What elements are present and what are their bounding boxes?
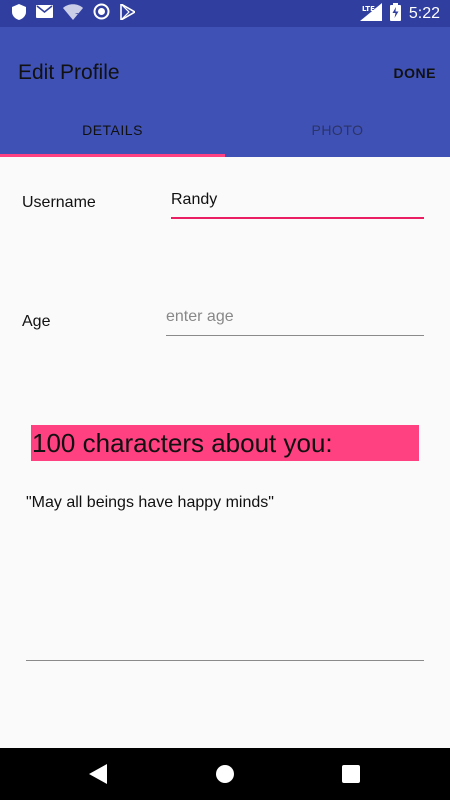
- clock: 5:22: [408, 5, 440, 22]
- bio-text-field[interactable]: "May all beings have happy minds": [26, 494, 274, 512]
- username-label: Username: [22, 194, 96, 211]
- username-field[interactable]: Randy: [171, 189, 424, 219]
- tab-details[interactable]: DETAILS: [0, 102, 225, 157]
- home-icon[interactable]: [213, 762, 237, 786]
- age-underline: [166, 335, 424, 336]
- mail-icon: [36, 5, 53, 23]
- notification-icons: ?: [12, 2, 137, 25]
- svg-text:?: ?: [75, 12, 79, 20]
- age-placeholder: enter age: [166, 308, 234, 325]
- tab-photo[interactable]: PHOTO: [225, 102, 450, 157]
- active-tab-indicator: [0, 154, 225, 157]
- battery-charging-icon: [389, 2, 401, 26]
- back-icon[interactable]: [86, 762, 110, 786]
- username-value: Randy: [171, 191, 218, 208]
- shield-icon: [12, 3, 26, 25]
- age-field[interactable]: enter age: [166, 306, 424, 336]
- navigation-bar: [0, 748, 450, 800]
- signal-icon: LTE: [359, 2, 382, 26]
- username-underline: [171, 217, 424, 219]
- system-icons: LTE 5:22: [359, 2, 440, 26]
- recents-icon[interactable]: [339, 762, 363, 786]
- bio-underline: [26, 660, 424, 661]
- status-bar: ? LTE 5:22: [0, 0, 450, 27]
- app-bar: Edit Profile DONE DETAILS PHOTO: [0, 27, 450, 157]
- age-label: Age: [22, 313, 51, 330]
- about-heading: 100 characters about you:: [31, 425, 419, 461]
- wifi-unknown-icon: ?: [63, 3, 83, 25]
- page-title: Edit Profile: [18, 61, 120, 84]
- tab-bar: DETAILS PHOTO: [0, 102, 450, 157]
- network-type-label: LTE: [362, 5, 375, 13]
- done-button[interactable]: DONE: [394, 65, 436, 81]
- play-store-icon: [120, 2, 137, 25]
- circle-icon: [93, 3, 110, 25]
